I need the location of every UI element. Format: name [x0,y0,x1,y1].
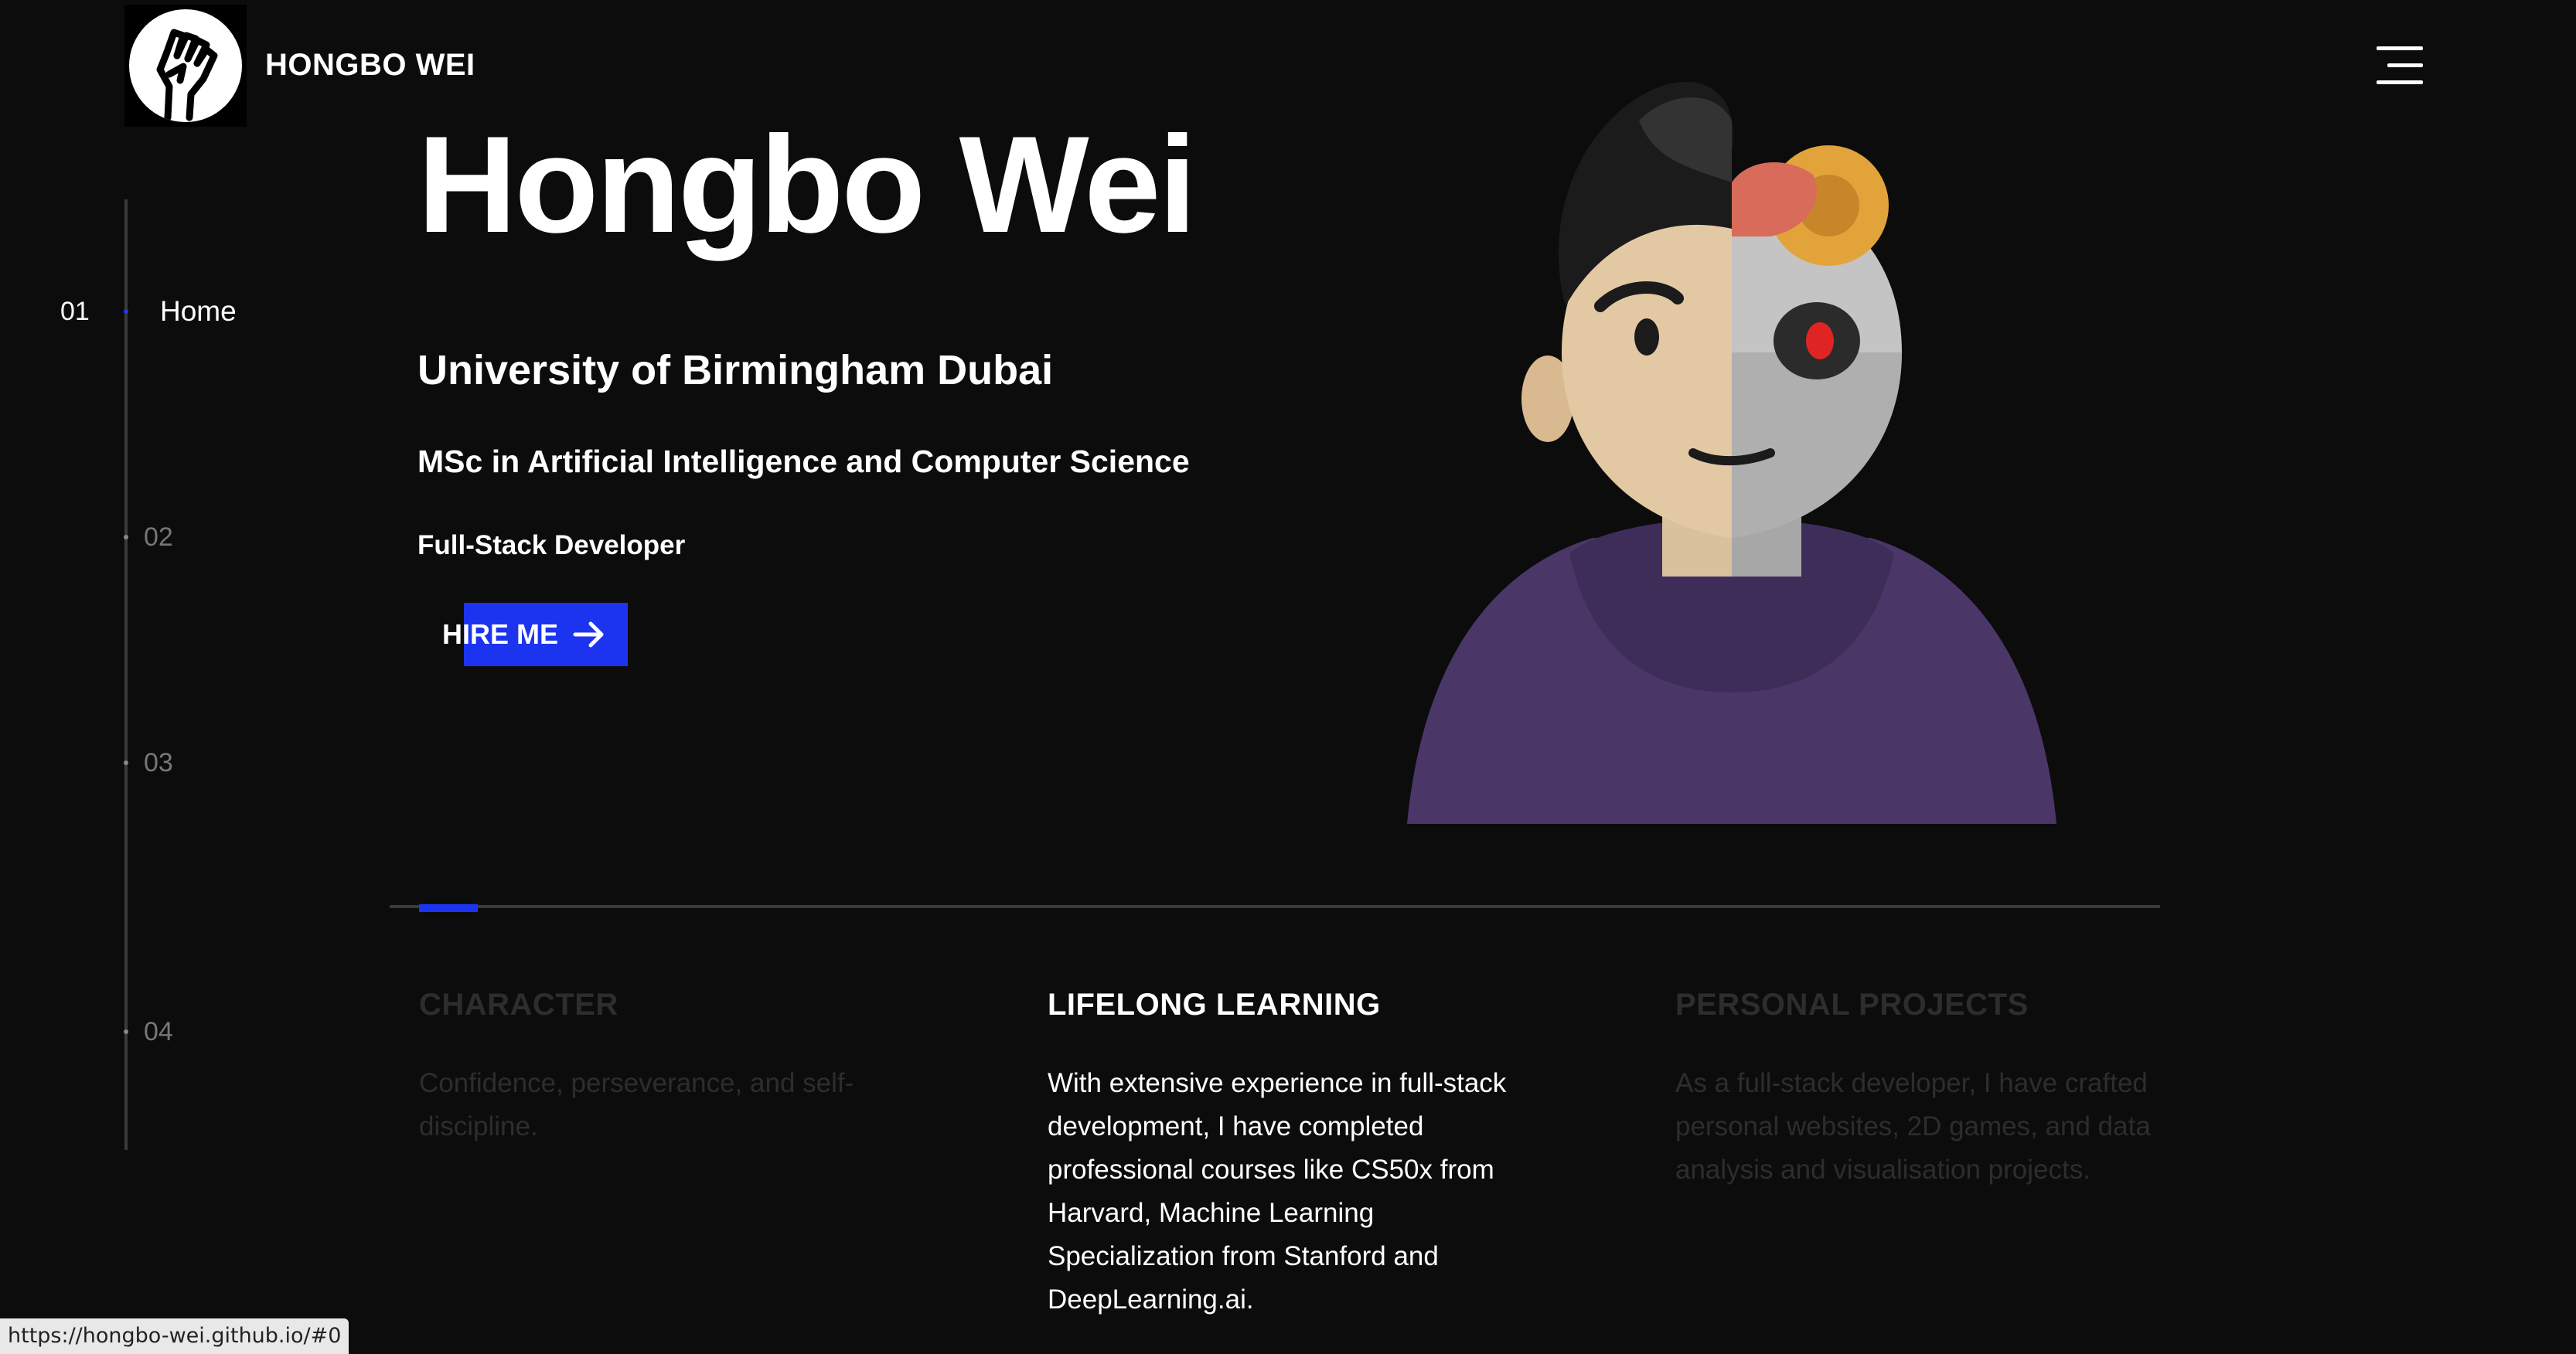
hamburger-menu-icon[interactable] [2377,46,2423,85]
degree-heading: MSc in Artificial Intelligence and Compu… [417,444,1190,479]
avatar [1407,81,2056,824]
university-heading: University of Birmingham Dubai [417,347,1054,393]
side-nav-dot-04 [124,1029,128,1034]
arrow-right-icon [573,621,604,648]
side-nav-item-04[interactable]: 04 [144,1017,173,1047]
progress-indicator [419,904,478,912]
logo[interactable] [124,5,247,127]
side-nav-item-03[interactable]: 03 [144,748,173,778]
raised-fist-icon [129,9,242,122]
feature-title-character[interactable]: CHARACTER [419,988,618,1022]
feature-text-lifelong-learning: With extensive experience in full-stack … [1048,1068,1507,1315]
side-nav-item-02[interactable]: 02 [144,522,173,553]
role-heading: Full-Stack Developer [417,530,686,560]
feature-text-character: Confidence, perseverance, and self-disci… [419,1068,854,1141]
feature-text-personal-projects: As a full-stack developer, I have crafte… [1675,1068,2151,1185]
progress-track [390,905,2160,908]
side-nav-dot-02 [124,535,128,539]
hire-me-label: HIRE ME [442,618,559,650]
side-nav-track [124,199,128,1150]
status-bar-url: https://hongbo-wei.github.io/#0 [0,1318,349,1354]
side-nav-dot-01 [124,309,128,314]
hero-title: Hongbo Wei [417,107,1197,261]
site-name[interactable]: HONGBO WEI [265,48,475,83]
hire-me-button[interactable]: HIRE ME [442,603,606,666]
feature-title-personal-projects[interactable]: PERSONAL PROJECTS [1675,988,2029,1022]
feature-title-lifelong-learning[interactable]: LIFELONG LEARNING [1048,988,1381,1022]
side-nav-dot-03 [124,760,128,765]
side-nav-item-home[interactable]: Home [160,295,237,328]
side-nav-number-01[interactable]: 01 [60,297,90,327]
